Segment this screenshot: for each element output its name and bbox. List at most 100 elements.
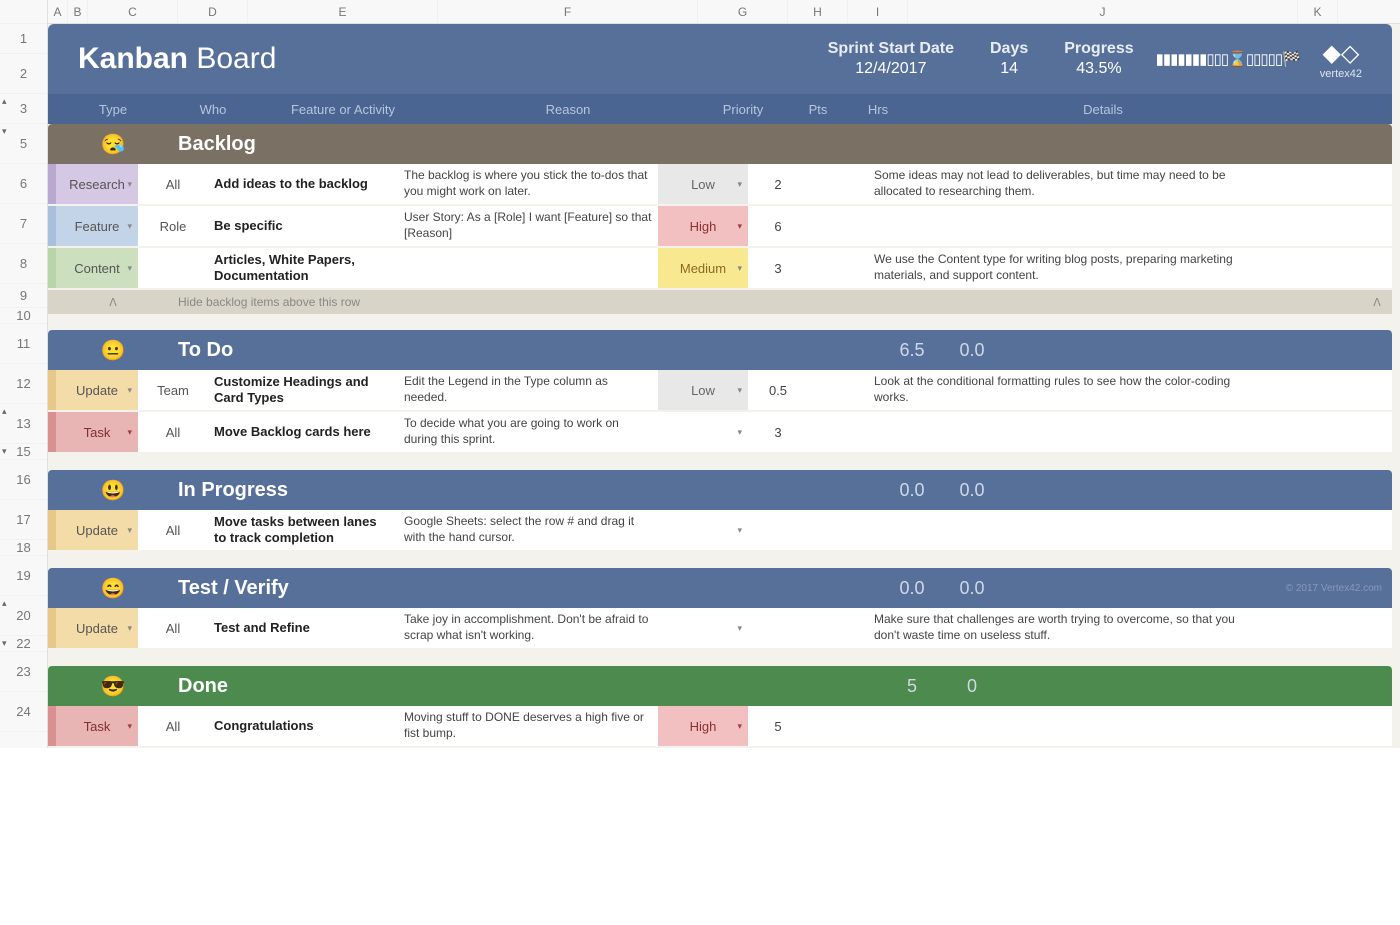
feature-cell[interactable]: Move Backlog cards here (208, 412, 398, 452)
colh[interactable]: I (848, 0, 908, 23)
rownum[interactable]: 18 (0, 540, 47, 556)
colh[interactable]: F (438, 0, 698, 23)
who-cell[interactable]: All (138, 412, 208, 452)
colh[interactable]: E (248, 0, 438, 23)
rownum[interactable]: 2 (0, 54, 47, 94)
priority-dropdown[interactable]: ▾ (658, 608, 748, 648)
feature-cell[interactable]: Be specific (208, 206, 398, 246)
card-row[interactable]: Task▾ All Congratulations Moving stuff t… (48, 706, 1392, 746)
card-row[interactable]: Content▾ Articles, White Papers, Documen… (48, 248, 1392, 288)
who-cell[interactable]: Team (138, 370, 208, 410)
details-cell[interactable]: We use the Content type for writing blog… (868, 248, 1258, 288)
rownum[interactable]: 1 (0, 24, 47, 54)
priority-dropdown[interactable]: Low▾ (658, 164, 748, 204)
card-row[interactable]: Task▾ All Move Backlog cards here To dec… (48, 412, 1392, 452)
type-dropdown[interactable]: Task▾ (56, 412, 138, 452)
rownum[interactable]: 19 (0, 556, 47, 596)
hrs-cell[interactable] (808, 248, 868, 288)
details-cell[interactable]: Make sure that challenges are worth tryi… (868, 608, 1258, 648)
rownum[interactable]: 12 (0, 364, 47, 404)
card-row[interactable]: Update▾ All Test and Refine Take joy in … (48, 608, 1392, 648)
rownum[interactable]: 24 (0, 692, 47, 732)
pts-cell[interactable]: 2 (748, 164, 808, 204)
details-cell[interactable]: Look at the conditional formatting rules… (868, 370, 1258, 410)
details-cell[interactable]: Some ideas may not lead to deliverables,… (868, 164, 1258, 204)
details-cell[interactable] (868, 206, 1258, 246)
type-dropdown[interactable]: Content▾ (56, 248, 138, 288)
colh[interactable]: H (788, 0, 848, 23)
rownum[interactable]: 8 (0, 244, 47, 284)
type-dropdown[interactable]: Task▾ (56, 706, 138, 746)
hrs-cell[interactable] (808, 412, 868, 452)
colh[interactable]: D (178, 0, 248, 23)
details-cell[interactable] (868, 510, 1258, 550)
feature-cell[interactable]: Add ideas to the backlog (208, 164, 398, 204)
feature-cell[interactable]: Congratulations (208, 706, 398, 746)
pts-cell[interactable] (748, 510, 808, 550)
hrs-cell[interactable] (808, 206, 868, 246)
card-row[interactable]: Update▾ All Move tasks between lanes to … (48, 510, 1392, 550)
who-cell[interactable] (138, 248, 208, 288)
colh[interactable]: C (88, 0, 178, 23)
details-cell[interactable] (868, 412, 1258, 452)
who-cell[interactable]: All (138, 706, 208, 746)
card-row[interactable]: Research▾ All Add ideas to the backlog T… (48, 164, 1392, 204)
who-cell[interactable]: All (138, 608, 208, 648)
rownum[interactable]: 20 (0, 596, 47, 636)
rownum[interactable]: 11 (0, 324, 47, 364)
reason-cell[interactable]: Edit the Legend in the Type column as ne… (398, 370, 658, 410)
type-dropdown[interactable]: Update▾ (56, 510, 138, 550)
type-dropdown[interactable]: Update▾ (56, 608, 138, 648)
feature-cell[interactable]: Test and Refine (208, 608, 398, 648)
rownum[interactable]: 6 (0, 164, 47, 204)
hide-backlog-row[interactable]: ᐱ Hide backlog items above this row ᐱ (48, 290, 1392, 314)
colh[interactable]: G (698, 0, 788, 23)
rownum[interactable]: 13 (0, 404, 47, 444)
priority-dropdown[interactable]: Medium▾ (658, 248, 748, 288)
colh[interactable]: A (48, 0, 68, 23)
reason-cell[interactable] (398, 248, 658, 288)
reason-cell[interactable]: The backlog is where you stick the to-do… (398, 164, 658, 204)
reason-cell[interactable]: Google Sheets: select the row # and drag… (398, 510, 658, 550)
pts-cell[interactable]: 0.5 (748, 370, 808, 410)
who-cell[interactable]: All (138, 164, 208, 204)
details-cell[interactable] (868, 706, 1258, 746)
reason-cell[interactable]: To decide what you are going to work on … (398, 412, 658, 452)
pts-cell[interactable]: 3 (748, 248, 808, 288)
rownum[interactable]: 3 (0, 94, 47, 124)
rownum[interactable]: 7 (0, 204, 47, 244)
colh[interactable]: K (1298, 0, 1338, 23)
rownum[interactable]: 17 (0, 500, 47, 540)
pts-cell[interactable]: 6 (748, 206, 808, 246)
colh[interactable]: B (68, 0, 88, 23)
who-cell[interactable]: All (138, 510, 208, 550)
card-row[interactable]: Update▾ Team Customize Headings and Card… (48, 370, 1392, 410)
feature-cell[interactable]: Customize Headings and Card Types (208, 370, 398, 410)
feature-cell[interactable]: Move tasks between lanes to track comple… (208, 510, 398, 550)
rownum[interactable]: 10 (0, 308, 47, 324)
hrs-cell[interactable] (808, 510, 868, 550)
card-row[interactable]: Feature▾ Role Be specific User Story: As… (48, 206, 1392, 246)
priority-dropdown[interactable]: Low▾ (658, 370, 748, 410)
priority-dropdown[interactable]: High▾ (658, 706, 748, 746)
reason-cell[interactable]: Take joy in accomplishment. Don't be afr… (398, 608, 658, 648)
hrs-cell[interactable] (808, 706, 868, 746)
pts-cell[interactable]: 3 (748, 412, 808, 452)
rownum[interactable]: 22 (0, 636, 47, 652)
rownum[interactable]: 15 (0, 444, 47, 460)
hrs-cell[interactable] (808, 608, 868, 648)
pts-cell[interactable] (748, 608, 808, 648)
who-cell[interactable]: Role (138, 206, 208, 246)
rownum[interactable]: 23 (0, 652, 47, 692)
rownum[interactable]: 16 (0, 460, 47, 500)
reason-cell[interactable]: User Story: As a [Role] I want [Feature]… (398, 206, 658, 246)
reason-cell[interactable]: Moving stuff to DONE deserves a high fiv… (398, 706, 658, 746)
priority-dropdown[interactable]: High▾ (658, 206, 748, 246)
type-dropdown[interactable]: Update▾ (56, 370, 138, 410)
hrs-cell[interactable] (808, 370, 868, 410)
rownum[interactable]: 5 (0, 124, 47, 164)
hrs-cell[interactable] (808, 164, 868, 204)
feature-cell[interactable]: Articles, White Papers, Documentation (208, 248, 398, 288)
pts-cell[interactable]: 5 (748, 706, 808, 746)
type-dropdown[interactable]: Research▾ (56, 164, 138, 204)
